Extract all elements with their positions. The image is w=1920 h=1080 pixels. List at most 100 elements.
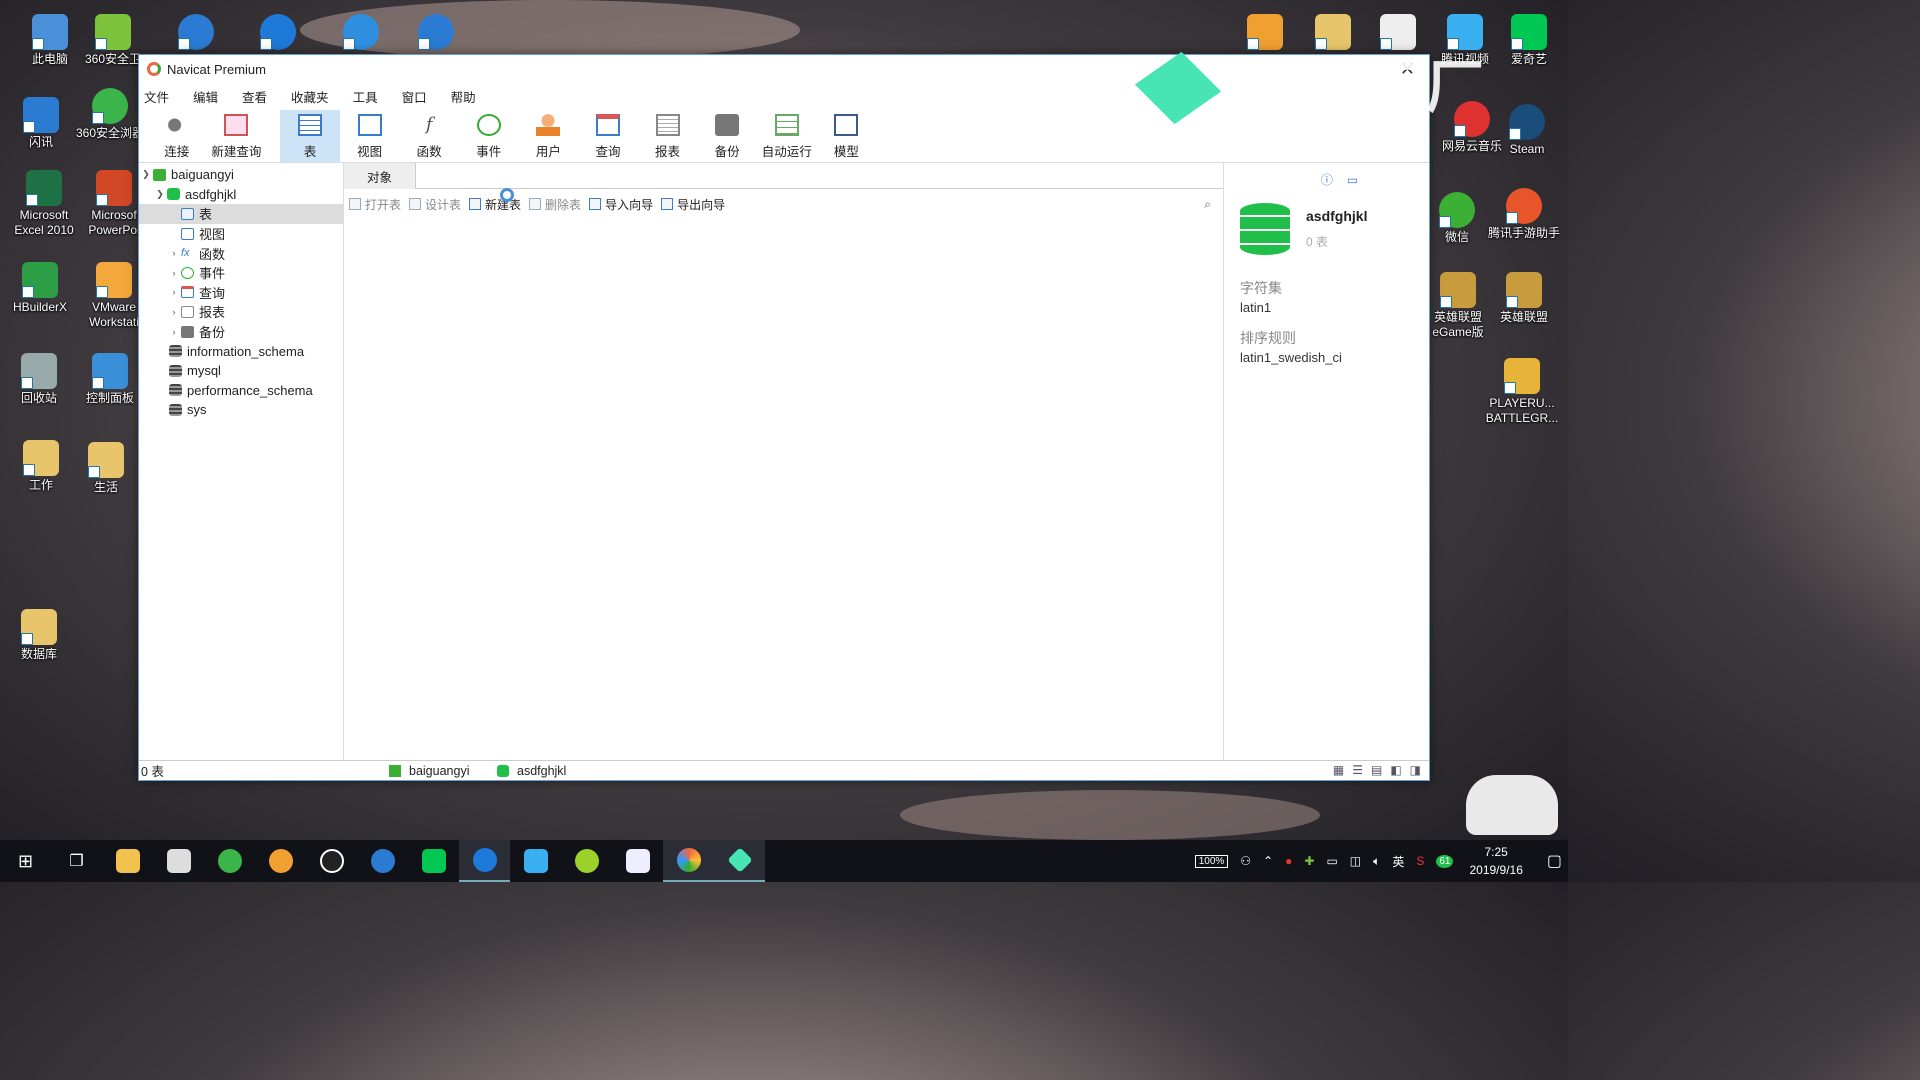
- list-view-icon[interactable]: ☰: [1352, 763, 1363, 777]
- tree-database-information-schema[interactable]: information_schema: [139, 341, 343, 361]
- desktop-icon-lol-egame[interactable]: 英雄联盟 eGame版: [1420, 272, 1496, 340]
- taskbar-browser-active[interactable]: [459, 840, 510, 882]
- floating-assistant-widget[interactable]: [1466, 775, 1558, 835]
- action-center-icon[interactable]: ▢: [1547, 851, 1562, 871]
- tree-item-events[interactable]: › 事件: [139, 263, 343, 283]
- toolbar-query-button[interactable]: 查询: [578, 110, 638, 162]
- toolbar-backup-button[interactable]: 备份: [697, 110, 757, 162]
- open-table-button[interactable]: 打开表: [349, 196, 401, 213]
- chevron-right-icon[interactable]: ›: [167, 248, 181, 258]
- toolbar-event-button[interactable]: 事件: [459, 110, 519, 162]
- toolbar-autorun-button[interactable]: 自动运行: [757, 110, 817, 162]
- toolbar-function-button[interactable]: f 函数: [399, 110, 459, 162]
- desktop-icon-360-browser[interactable]: 360安全浏器: [72, 88, 148, 141]
- tree-item-queries[interactable]: › 查询: [139, 283, 343, 303]
- toolbar-user-button[interactable]: 用户: [519, 110, 579, 162]
- input-method-indicator[interactable]: 英: [1392, 853, 1404, 870]
- desktop-icon-ie[interactable]: [323, 14, 399, 52]
- chevron-right-icon[interactable]: ›: [167, 307, 181, 317]
- title-bar[interactable]: Navicat Premium ✕: [139, 55, 1429, 83]
- menu-file[interactable]: 文件: [144, 87, 183, 106]
- tree-connection[interactable]: ❯ baiguangyi: [139, 165, 343, 185]
- taskbar-sogou[interactable]: [357, 840, 408, 882]
- tray-360-icon[interactable]: ✚: [1304, 854, 1314, 868]
- desktop-icon-sogou[interactable]: [398, 14, 474, 52]
- tree-item-views[interactable]: 视图: [139, 224, 343, 244]
- chevron-right-icon[interactable]: ›: [167, 327, 181, 337]
- taskbar-game[interactable]: [561, 840, 612, 882]
- toolbar-view-button[interactable]: 视图: [340, 110, 400, 162]
- battery-indicator[interactable]: 100%: [1194, 854, 1229, 868]
- taskbar-navicat[interactable]: [663, 840, 714, 882]
- desktop-icon-excel[interactable]: Microsoft Excel 2010: [6, 170, 82, 238]
- clock[interactable]: 7:25 2019/9/16: [1469, 843, 1522, 879]
- toggle-left-panel-icon[interactable]: ◧: [1390, 763, 1401, 777]
- taskbar-360-browser[interactable]: [204, 840, 255, 882]
- desktop-icon-folder-database[interactable]: 数据库: [1, 609, 77, 662]
- tree-item-backups[interactable]: › 备份: [139, 322, 343, 342]
- desktop-icon-shanxun[interactable]: 闪讯: [3, 97, 79, 150]
- design-table-button[interactable]: 设计表: [409, 196, 461, 213]
- desktop-icon-cloud[interactable]: [240, 14, 316, 52]
- chevron-down-icon[interactable]: ❯: [153, 189, 167, 200]
- info-icon[interactable]: ⓘ: [1321, 173, 1347, 187]
- desktop-icon-steam[interactable]: Steam: [1489, 104, 1565, 157]
- tree-item-tables[interactable]: 表: [139, 204, 343, 224]
- taskbar-qq[interactable]: [306, 840, 357, 882]
- chevron-right-icon[interactable]: ›: [167, 268, 181, 278]
- desktop-icon-recycle-bin[interactable]: 回收站: [1, 353, 77, 406]
- sogou-ime-icon[interactable]: S: [1416, 854, 1424, 868]
- taskbar-iqiyi[interactable]: [408, 840, 459, 882]
- menu-help[interactable]: 帮助: [451, 87, 490, 106]
- grid-view-icon[interactable]: ▦: [1333, 763, 1344, 777]
- menu-tools[interactable]: 工具: [353, 87, 392, 106]
- toggle-right-panel-icon[interactable]: ◨: [1410, 763, 1421, 777]
- detail-view-icon[interactable]: ▤: [1371, 763, 1382, 777]
- desktop-icon-tencent-game-assistant[interactable]: 腾讯手游助手: [1486, 188, 1562, 241]
- search-icon[interactable]: ⌕: [1204, 197, 1211, 212]
- tree-database-mysql[interactable]: mysql: [139, 361, 343, 381]
- desktop-icon-pubg[interactable]: PLAYERU... BATTLEGR...: [1484, 358, 1560, 426]
- chevron-down-icon[interactable]: ❯: [139, 169, 153, 180]
- tree-database[interactable]: ❯ asdfghjkl: [139, 185, 343, 205]
- battery-icon[interactable]: ▭: [1326, 854, 1337, 868]
- notification-count-badge[interactable]: 61: [1436, 854, 1454, 868]
- desktop-icon-hbuilderx[interactable]: HBuilderX: [2, 262, 78, 315]
- taskbar-store[interactable]: [153, 840, 204, 882]
- desktop-icon-folder-life[interactable]: 生活: [68, 442, 144, 495]
- taskbar-filmora[interactable]: [714, 840, 765, 882]
- start-button[interactable]: ⊞: [0, 840, 51, 882]
- people-icon[interactable]: ⚇: [1240, 854, 1251, 868]
- toolbar-connect-button[interactable]: 连接: [147, 110, 207, 162]
- volume-icon[interactable]: 🔈︎: [1373, 854, 1380, 869]
- desktop-icon-shanxun-2[interactable]: [158, 14, 234, 52]
- taskbar-app[interactable]: [612, 840, 663, 882]
- desktop-icon-iqiyi[interactable]: 爱奇艺: [1491, 14, 1567, 67]
- export-wizard-button[interactable]: 导出向导: [661, 196, 725, 213]
- tree-item-reports[interactable]: › 报表: [139, 302, 343, 322]
- ddl-icon[interactable]: ▭: [1347, 173, 1372, 187]
- task-view-button[interactable]: ❐: [51, 840, 102, 882]
- menu-view[interactable]: 查看: [242, 87, 281, 106]
- menu-window[interactable]: 窗口: [402, 87, 441, 106]
- chevron-right-icon[interactable]: ›: [167, 287, 181, 297]
- desktop-icon-control-panel[interactable]: 控制面板: [72, 353, 148, 406]
- tab-objects[interactable]: 对象: [344, 163, 416, 189]
- menu-edit[interactable]: 编辑: [193, 87, 232, 106]
- tree-database-performance-schema[interactable]: performance_schema: [139, 381, 343, 401]
- tray-app-icon[interactable]: ●: [1285, 854, 1292, 868]
- toolbar-report-button[interactable]: 报表: [638, 110, 698, 162]
- delete-table-button[interactable]: 删除表: [529, 196, 581, 213]
- taskbar-media-player[interactable]: [255, 840, 306, 882]
- show-hidden-icons[interactable]: ⌃: [1263, 854, 1273, 868]
- desktop-icon-wechat[interactable]: 微信: [1419, 192, 1495, 245]
- toolbar-new-query-button[interactable]: 新建查询: [207, 110, 267, 162]
- tree-database-sys[interactable]: sys: [139, 400, 343, 420]
- toolbar-model-button[interactable]: 模型: [817, 110, 877, 162]
- tree-item-functions[interactable]: › fx 函数: [139, 243, 343, 263]
- menu-favorites[interactable]: 收藏夹: [291, 87, 343, 106]
- taskbar-tencent-video[interactable]: [510, 840, 561, 882]
- toolbar-table-button[interactable]: 表: [280, 110, 340, 162]
- taskbar-file-explorer[interactable]: [102, 840, 153, 882]
- network-icon[interactable]: ◫: [1350, 854, 1361, 868]
